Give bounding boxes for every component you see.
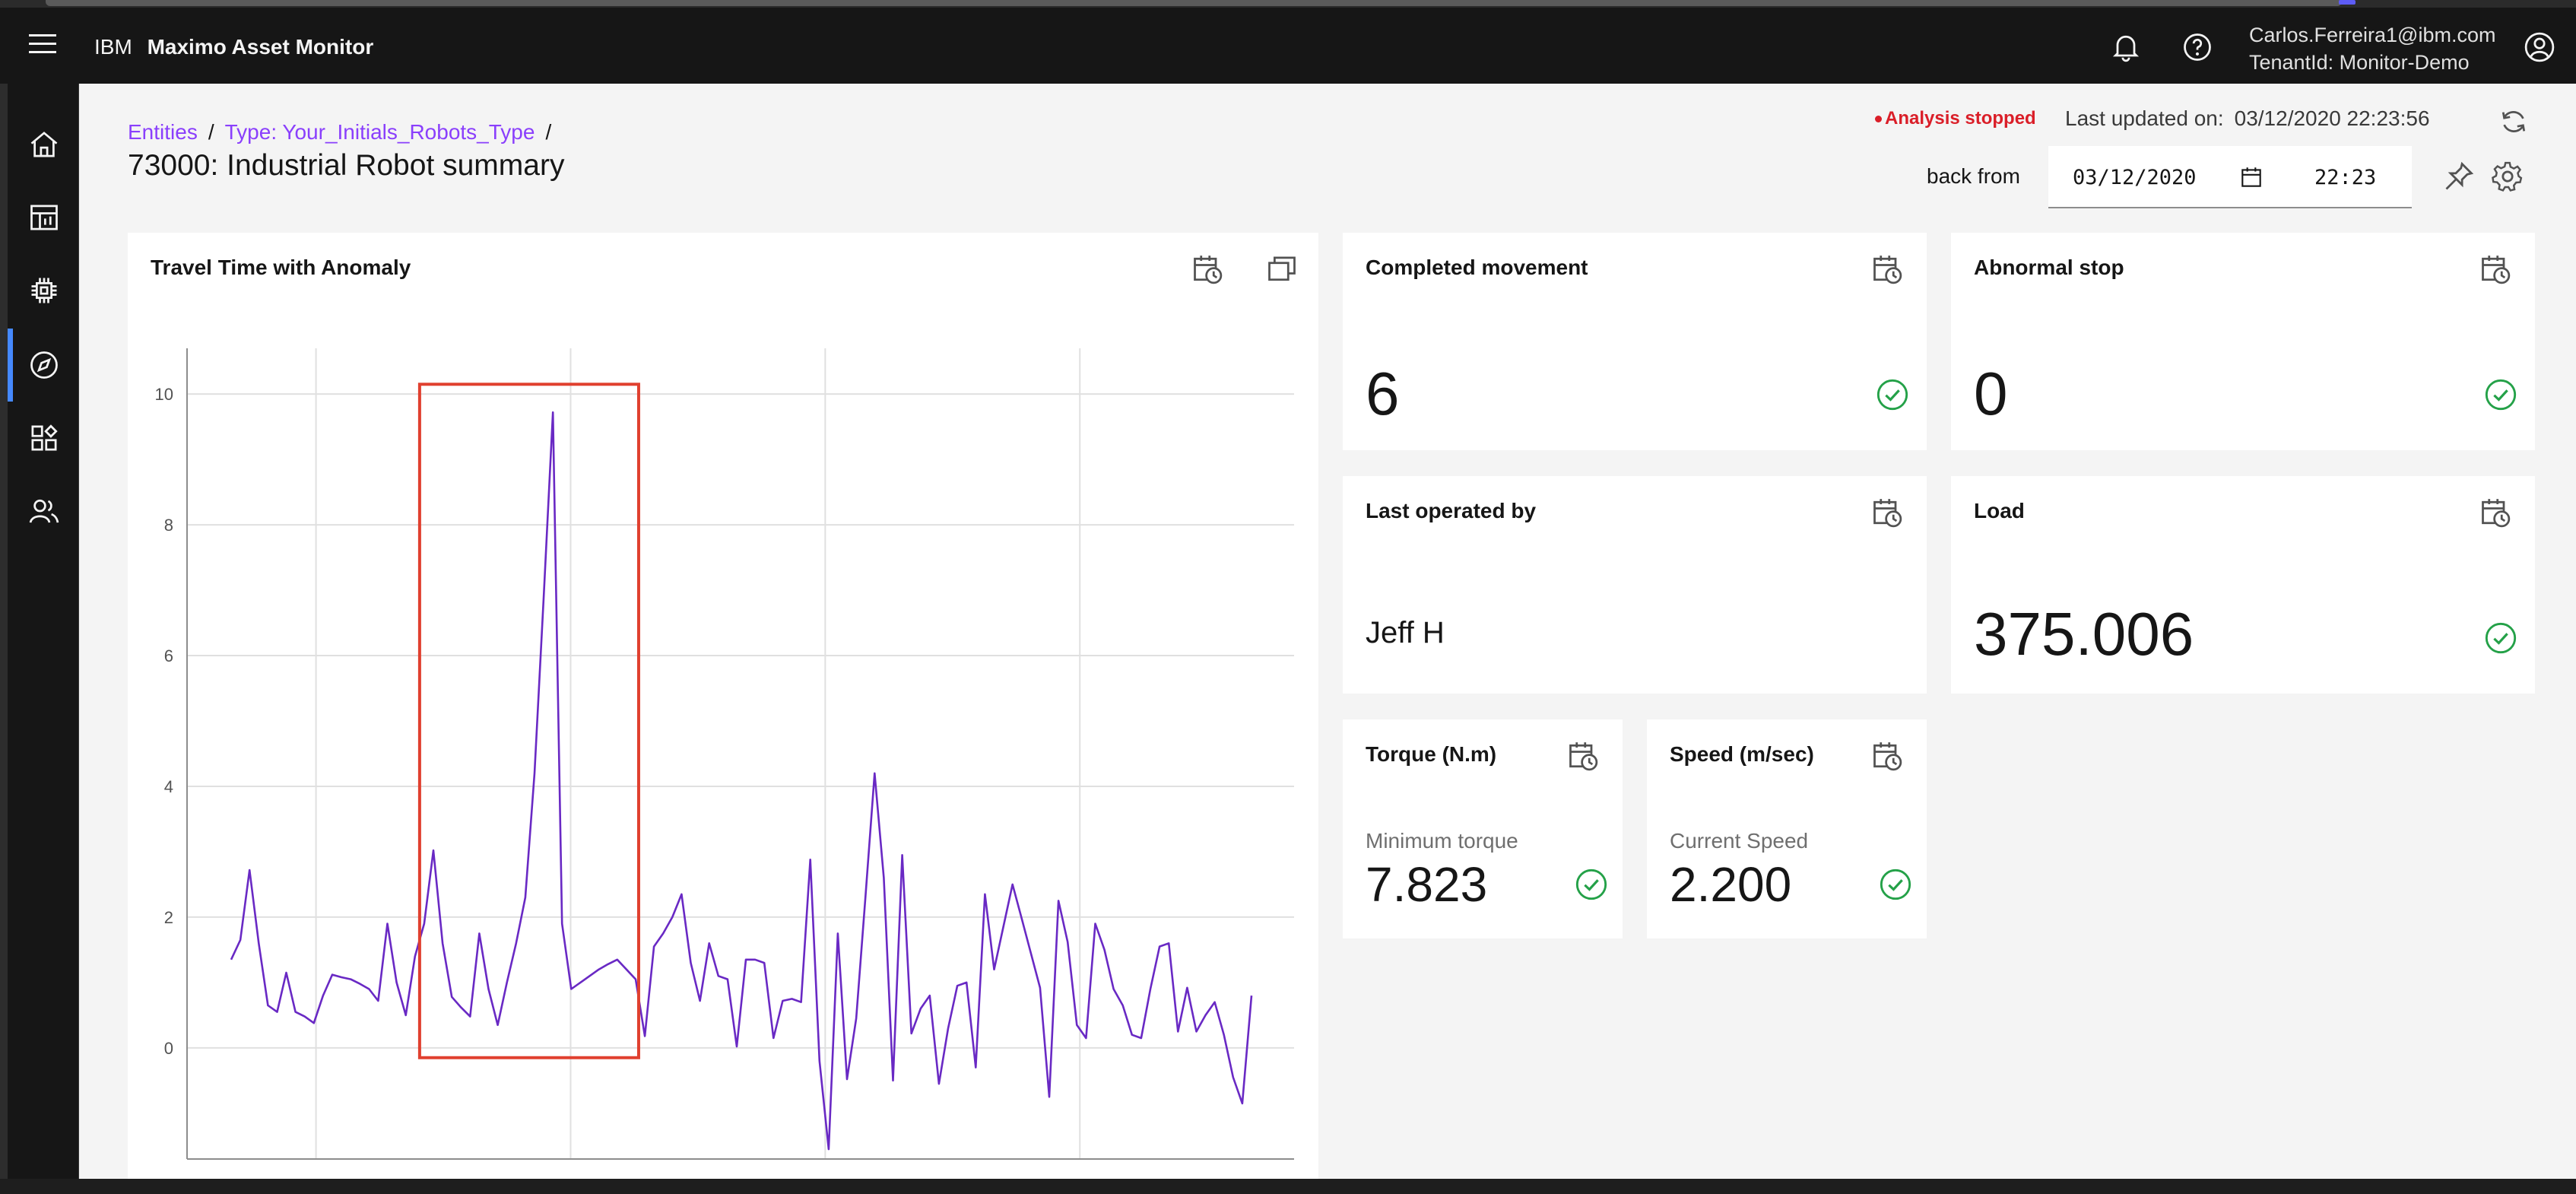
help-icon[interactable] xyxy=(2181,30,2214,64)
users-icon[interactable] xyxy=(27,494,61,528)
date-time-picker[interactable]: 03/12/2020 22:23 xyxy=(2048,146,2412,208)
metric-label: Current Speed xyxy=(1670,829,1809,853)
card-title: Load xyxy=(1974,499,2025,522)
chart-card: Travel Time with Anomaly 0 2 4 6 8 10 xyxy=(128,233,1318,1183)
status-dot-icon xyxy=(1875,116,1882,123)
os-tab-strip xyxy=(46,0,2342,6)
pin-icon[interactable] xyxy=(2442,160,2476,193)
card-load: Load 375.006 xyxy=(1951,476,2535,694)
back-from-label: back from xyxy=(1927,164,2020,188)
checkmark-ok-icon xyxy=(1880,869,1911,900)
card-abnormal-stop: Abnormal stop 0 xyxy=(1951,233,2535,450)
metric-label: Minimum torque xyxy=(1366,829,1518,853)
time-input[interactable]: 22:23 xyxy=(2314,166,2376,189)
menu-icon[interactable] xyxy=(29,34,56,56)
brand-product: Maximo Asset Monitor xyxy=(147,35,374,59)
card-torque: Torque (N.m) Minimum torque 7.823 xyxy=(1343,719,1623,938)
series-line xyxy=(230,411,1253,1151)
page-title: 73000: Industrial Robot summary xyxy=(128,149,565,182)
user-email: Carlos.Ferreira1@ibm.com xyxy=(2249,24,2496,46)
app-root: IBM Maximo Asset Monitor Carlos.Ferreira… xyxy=(0,0,2576,1194)
card-speed: Speed (m/sec) Current Speed 2.200 xyxy=(1647,719,1927,938)
metric-value: Jeff H xyxy=(1366,616,1445,649)
notification-icon[interactable] xyxy=(2109,30,2143,64)
breadcrumb-entities[interactable]: Entities xyxy=(128,120,198,144)
checkmark-ok-icon xyxy=(1876,379,1908,411)
y-tick-label: 2 xyxy=(164,908,173,927)
card-title: Speed (m/sec) xyxy=(1670,742,1814,766)
nav-edge-strip xyxy=(0,84,8,1194)
y-tick-label: 0 xyxy=(164,1039,173,1058)
top-header: IBM Maximo Asset Monitor Carlos.Ferreira… xyxy=(0,8,2576,84)
brand-company: IBM xyxy=(94,35,132,59)
breadcrumb-separator: / xyxy=(208,120,214,144)
os-indicator xyxy=(2339,0,2356,5)
card-title: Abnormal stop xyxy=(1974,256,2124,279)
chart-plot: 0 2 4 6 8 10 xyxy=(155,348,1294,1160)
last-updated-label: Last updated on: xyxy=(2065,106,2224,130)
refresh-icon[interactable] xyxy=(2497,105,2530,138)
anomaly-highlight-box xyxy=(417,383,640,1059)
nav-active-indicator xyxy=(8,329,13,402)
widgets-icon[interactable] xyxy=(27,421,61,455)
calendar-clock-icon[interactable] xyxy=(1870,252,1904,286)
analysis-status: Analysis stopped xyxy=(1875,108,2036,129)
breadcrumb-type[interactable]: Type: Your_Initials_Robots_Type xyxy=(225,120,535,144)
calendar-clock-icon[interactable] xyxy=(2479,252,2512,286)
card-last-operated-by: Last operated by Jeff H xyxy=(1343,476,1927,694)
card-title: Last operated by xyxy=(1366,499,1537,522)
user-avatar-icon[interactable] xyxy=(2523,30,2556,64)
left-navigation xyxy=(0,84,79,1194)
y-tick-label: 6 xyxy=(164,646,173,665)
gear-icon[interactable] xyxy=(2491,160,2524,193)
calendar-clock-icon[interactable] xyxy=(1870,739,1904,773)
calendar-icon[interactable] xyxy=(2238,164,2264,190)
y-tick-label: 4 xyxy=(164,777,173,796)
y-tick-label: 10 xyxy=(155,385,173,404)
card-title: Completed movement xyxy=(1366,256,1588,279)
brand-title[interactable]: IBM Maximo Asset Monitor xyxy=(94,35,373,59)
dashboard-icon[interactable] xyxy=(27,201,61,234)
calendar-clock-icon[interactable] xyxy=(2479,496,2512,529)
user-info[interactable]: Carlos.Ferreira1@ibm.com TenantId: Monit… xyxy=(2249,21,2495,76)
breadcrumb: Entities / Type: Your_Initials_Robots_Type… xyxy=(128,120,562,144)
metric-value: 2.200 xyxy=(1670,857,1792,912)
calendar-clock-icon[interactable] xyxy=(1566,739,1600,773)
metric-value: 6 xyxy=(1366,360,1400,427)
breadcrumb-separator: / xyxy=(545,120,552,144)
bottom-status-strip xyxy=(0,1179,2576,1194)
checkmark-ok-icon xyxy=(1575,869,1607,900)
checkmark-ok-icon xyxy=(2485,622,2517,654)
chip-icon[interactable] xyxy=(27,274,61,307)
checkmark-ok-icon xyxy=(2485,379,2517,411)
os-top-bar xyxy=(0,0,2576,8)
last-updated-value: 03/12/2020 22:23:56 xyxy=(2234,106,2430,130)
calendar-clock-icon[interactable] xyxy=(1870,496,1904,529)
date-input[interactable]: 03/12/2020 xyxy=(2073,166,2197,189)
y-tick-label: 8 xyxy=(164,516,173,535)
card-completed-movement: Completed movement 6 xyxy=(1343,233,1927,450)
tenant-id: TenantId: Monitor-Demo xyxy=(2249,51,2470,74)
metric-value: 375.006 xyxy=(1974,600,2194,668)
card-title: Torque (N.m) xyxy=(1366,742,1497,766)
metric-value: 0 xyxy=(1974,360,2008,427)
metric-value: 7.823 xyxy=(1366,857,1488,912)
last-updated: Last updated on: 03/12/2020 22:23:56 xyxy=(2065,106,2430,131)
home-icon[interactable] xyxy=(27,128,61,161)
status-text: Analysis stopped xyxy=(1885,108,2036,129)
monitor-icon[interactable] xyxy=(27,348,61,382)
